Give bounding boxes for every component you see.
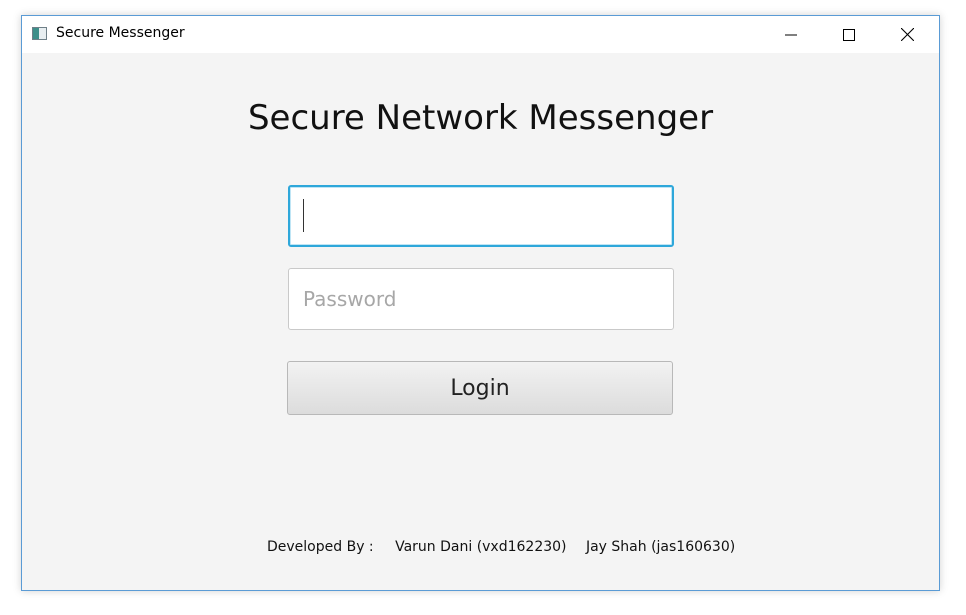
maximize-button[interactable]	[820, 16, 878, 53]
close-icon	[900, 28, 914, 41]
maximize-icon	[843, 28, 855, 41]
developer-credits: Developed By : Varun Dani (vxd162230) Ja…	[267, 539, 735, 555]
window-title: Secure Messenger	[56, 25, 185, 41]
developer-1: Varun Dani (vxd162230)	[395, 539, 567, 555]
secure-messenger-window: Secure Messenger Secure Network Messenge…	[21, 15, 940, 591]
password-input[interactable]	[288, 268, 674, 330]
minimize-icon	[785, 29, 797, 41]
app-window-icon	[32, 27, 47, 40]
close-button[interactable]	[878, 16, 936, 53]
page-title: Secure Network Messenger	[247, 98, 714, 138]
minimize-button[interactable]	[762, 16, 820, 53]
username-input[interactable]	[288, 185, 674, 247]
developed-by-label: Developed By :	[267, 539, 374, 555]
text-cursor	[303, 199, 304, 232]
developer-2: Jay Shah (jas160630)	[585, 539, 736, 555]
window-title-bar[interactable]: Secure Messenger	[22, 16, 939, 53]
login-button[interactable]: Login	[287, 361, 673, 415]
